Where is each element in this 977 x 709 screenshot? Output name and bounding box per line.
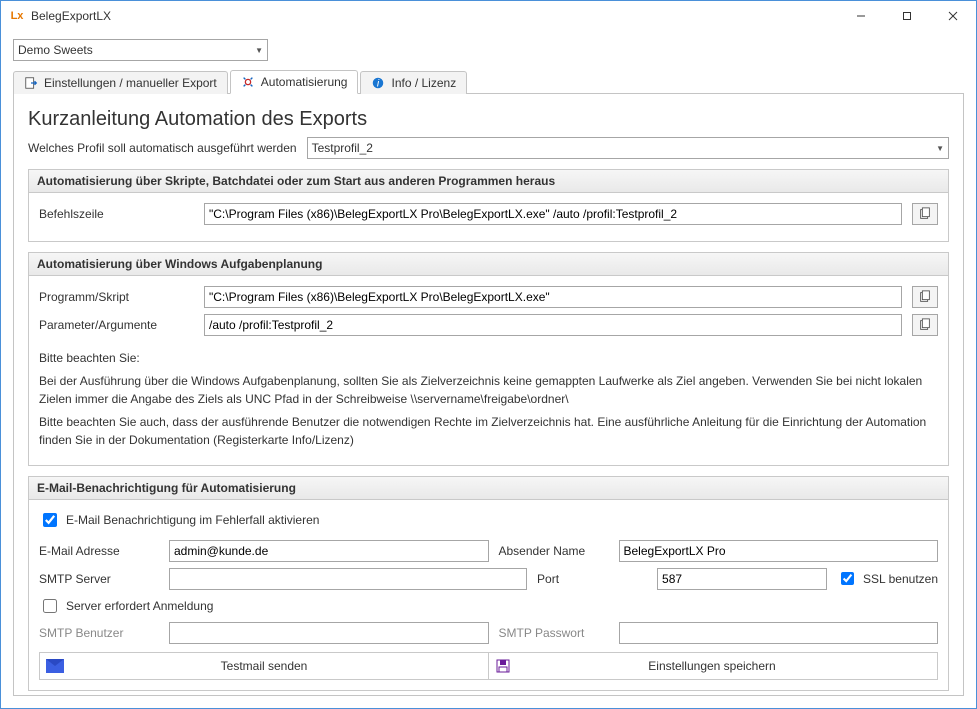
program-input[interactable] — [204, 286, 902, 308]
parameter-label: Parameter/Argumente — [39, 318, 194, 332]
command-line-label: Befehlszeile — [39, 207, 194, 221]
note-rights: Bitte beachten Sie auch, dass der ausfüh… — [39, 414, 938, 449]
copy-icon — [918, 318, 932, 332]
save-settings-button-label: Einstellungen speichern — [527, 659, 897, 673]
close-icon — [948, 11, 958, 21]
action-bar: Testmail senden Einstellungen speichern — [39, 652, 938, 680]
tab-bar: Einstellungen / manueller Export Automat… — [13, 69, 964, 94]
testmail-button-label: Testmail senden — [80, 659, 448, 673]
sender-name-input[interactable] — [619, 540, 939, 562]
gear-arrows-icon — [241, 75, 255, 89]
testmail-button[interactable]: Testmail senden — [40, 653, 489, 679]
ssl-checkbox[interactable] — [841, 572, 854, 585]
tab-info-license[interactable]: i Info / Lizenz — [360, 71, 467, 94]
document-export-icon — [24, 76, 38, 90]
note-unc: Bei der Ausführung über die Windows Aufg… — [39, 373, 938, 408]
profile-label: Welches Profil soll automatisch ausgefüh… — [28, 141, 297, 155]
smtp-password-input[interactable] — [619, 622, 939, 644]
tab-label: Info / Lizenz — [391, 76, 456, 90]
page-title: Kurzanleitung Automation des Exports — [28, 108, 949, 131]
smtp-server-input[interactable] — [169, 568, 527, 590]
tab-label: Automatisierung — [261, 75, 348, 89]
copy-icon — [918, 290, 932, 304]
program-label: Programm/Skript — [39, 290, 194, 304]
minimize-button[interactable] — [838, 1, 884, 31]
smtp-password-label: SMTP Passwort — [499, 626, 609, 640]
email-address-input[interactable] — [169, 540, 489, 562]
section-body-task: Programm/Skript Parameter/Argumente Bitt… — [28, 276, 949, 466]
maximize-button[interactable] — [884, 1, 930, 31]
email-address-label: E-Mail Adresse — [39, 544, 159, 558]
toolbar: Demo Sweets ▼ — [1, 31, 976, 61]
tab-label: Einstellungen / manueller Export — [44, 76, 217, 90]
minimize-icon — [856, 11, 866, 21]
port-label: Port — [537, 572, 647, 586]
profile-dropdown-value: Testprofil_2 — [312, 141, 373, 155]
tab-automation[interactable]: Automatisierung — [230, 70, 359, 94]
smtp-server-label: SMTP Server — [39, 572, 159, 586]
server-auth-checkbox[interactable] — [43, 599, 57, 613]
close-button[interactable] — [930, 1, 976, 31]
section-header-script: Automatisierung über Skripte, Batchdatei… — [28, 169, 949, 193]
content-panel: Kurzanleitung Automation des Exports Wel… — [13, 94, 964, 696]
copy-parameter-button[interactable] — [912, 314, 938, 336]
copy-program-button[interactable] — [912, 286, 938, 308]
tab-settings-manual-export[interactable]: Einstellungen / manueller Export — [13, 71, 228, 94]
parameter-input[interactable] — [204, 314, 902, 336]
save-settings-button[interactable]: Einstellungen speichern — [489, 653, 937, 679]
server-auth-label: Server erfordert Anmeldung — [66, 599, 213, 613]
command-line-input[interactable] — [204, 203, 902, 225]
maximize-icon — [902, 11, 912, 21]
section-body-script: Befehlszeile — [28, 193, 949, 242]
window-title: BelegExportLX — [31, 9, 838, 23]
note-head: Bitte beachten Sie: — [39, 350, 938, 367]
app-window: Lx BelegExportLX Demo Sweets ▼ Einstellu… — [0, 0, 977, 709]
section-header-email: E-Mail-Benachrichtigung für Automatisier… — [28, 476, 949, 500]
port-input[interactable] — [657, 568, 827, 590]
copy-icon — [918, 207, 932, 221]
chevron-down-icon: ▼ — [255, 46, 263, 55]
chevron-down-icon: ▼ — [936, 144, 944, 153]
profile-dropdown[interactable]: Testprofil_2 ▼ — [307, 137, 949, 159]
mail-icon — [46, 659, 64, 673]
company-dropdown-value: Demo Sweets — [18, 43, 93, 57]
info-icon: i — [371, 76, 385, 90]
enable-email-checkbox[interactable] — [43, 513, 57, 527]
enable-email-label: E-Mail Benachrichtigung im Fehlerfall ak… — [66, 513, 319, 527]
section-header-task: Automatisierung über Windows Aufgabenpla… — [28, 252, 949, 276]
profile-row: Welches Profil soll automatisch ausgefüh… — [28, 137, 949, 159]
save-icon — [495, 658, 511, 674]
smtp-user-label: SMTP Benutzer — [39, 626, 159, 640]
smtp-user-input[interactable] — [169, 622, 489, 644]
title-bar: Lx BelegExportLX — [1, 1, 976, 31]
company-dropdown[interactable]: Demo Sweets ▼ — [13, 39, 268, 61]
copy-command-button[interactable] — [912, 203, 938, 225]
section-body-email: E-Mail Benachrichtigung im Fehlerfall ak… — [28, 500, 949, 691]
ssl-label: SSL benutzen — [863, 572, 938, 586]
app-icon: Lx — [9, 8, 25, 24]
sender-name-label: Absender Name — [499, 544, 609, 558]
